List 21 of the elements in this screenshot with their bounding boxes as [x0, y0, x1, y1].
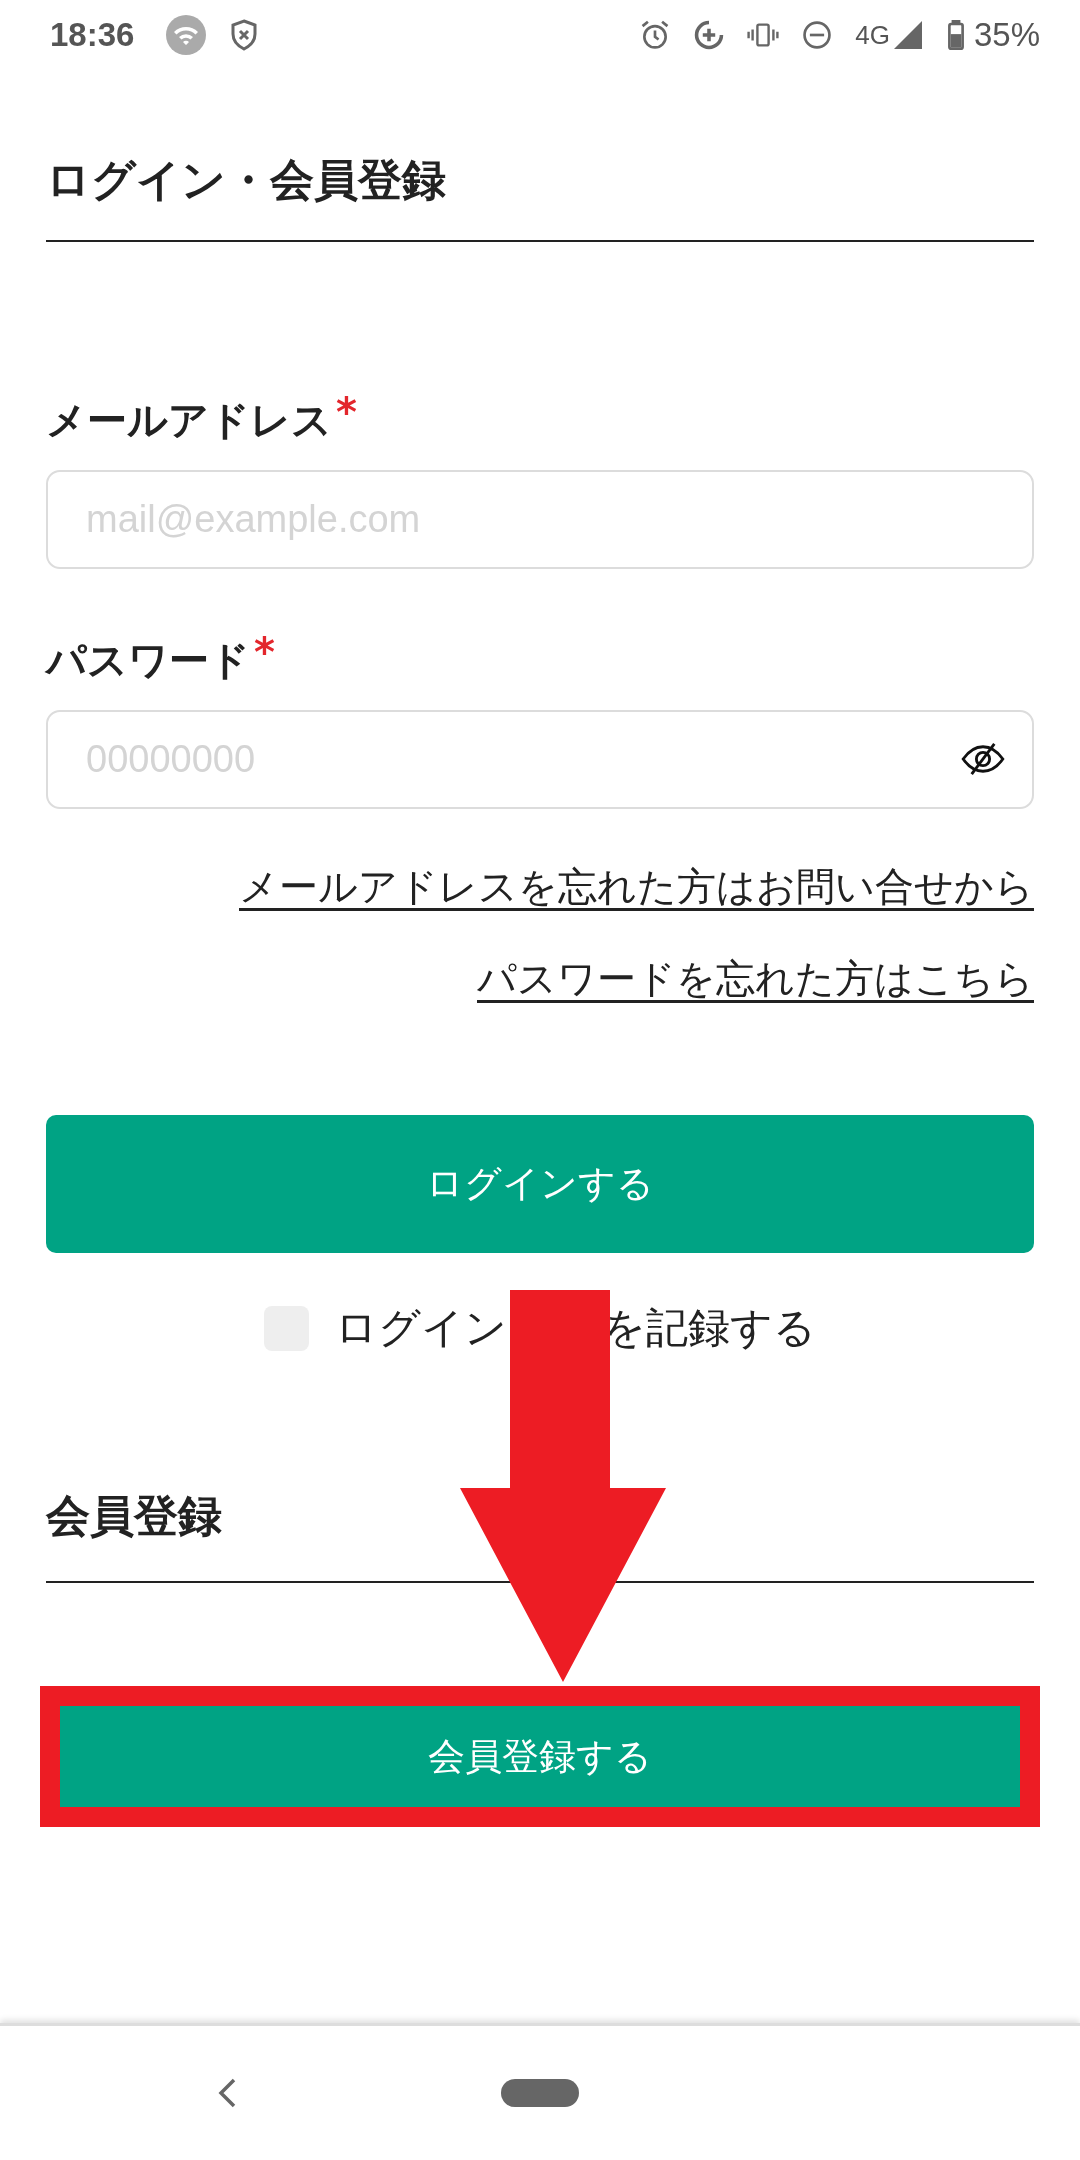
eye-off-icon[interactable]: [960, 742, 1006, 776]
field-label: メールアドレス: [46, 396, 332, 445]
field-label: パスワード: [46, 636, 250, 685]
checkbox-label: ログイン: [335, 1302, 507, 1354]
back-icon: [218, 2078, 236, 2108]
home-pill[interactable]: [501, 2079, 579, 2107]
battery-icon: [947, 20, 964, 50]
clock-time: 18:36: [50, 16, 135, 54]
required-mark: *: [336, 392, 357, 432]
wifi-icon: [166, 15, 207, 55]
checkbox-label: を記録する: [603, 1302, 816, 1354]
text-link[interactable]: パスワードを忘れた方はこちら: [477, 951, 1034, 1007]
do-not-disturb-icon: [801, 19, 834, 51]
text-link[interactable]: メールアドレスを忘れた方はお問い合せから: [239, 859, 1034, 915]
network-type: 4G: [855, 19, 890, 51]
section-title: 会員登録: [46, 1489, 223, 1543]
data-saver-icon: [693, 19, 726, 51]
battery-percent: 35%: [973, 16, 1040, 54]
page-title: ログイン・会員登録: [46, 153, 447, 207]
signal-icon: [893, 21, 922, 49]
required-mark: *: [254, 632, 275, 672]
